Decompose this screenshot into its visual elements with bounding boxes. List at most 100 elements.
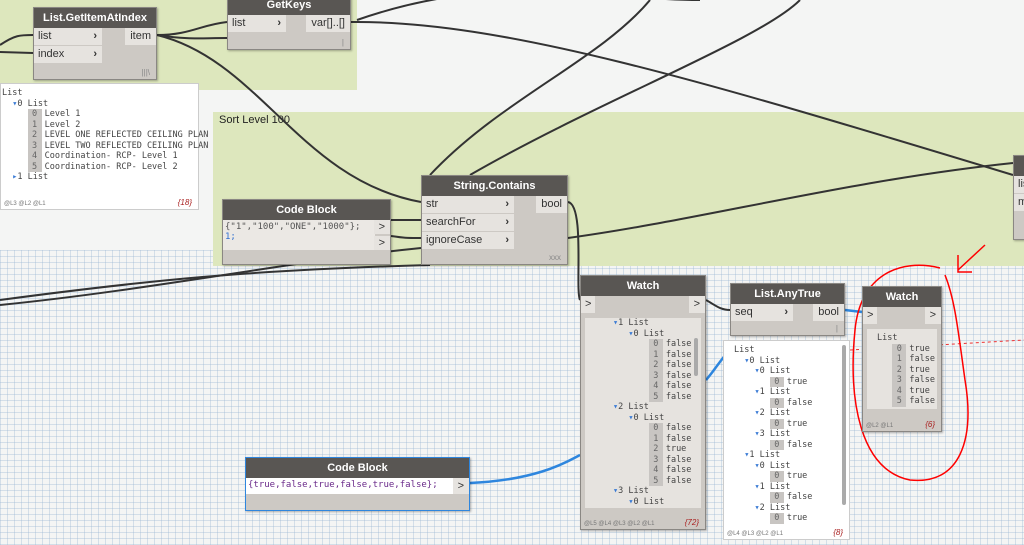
- tree-item: true: [909, 385, 930, 396]
- node-partial-right[interactable]: lis m: [1013, 155, 1024, 240]
- input-port[interactable]: >: [863, 307, 877, 324]
- input-port-list[interactable]: list ›: [228, 15, 286, 32]
- level-indicators[interactable]: @L3 @L2 @L1: [4, 201, 46, 207]
- input-port[interactable]: >: [581, 296, 595, 313]
- node-string-contains[interactable]: String.Contains str › searchFor › ignoreCa…: [421, 175, 568, 265]
- node-watch-right[interactable]: Watch > > List 0 true 1 false 2 true 3 false…: [862, 286, 942, 432]
- output-port[interactable]: var[]..[]: [306, 15, 350, 32]
- tree-sublist[interactable]: 0 List: [749, 356, 780, 366]
- tree-root: List: [877, 333, 898, 343]
- node-title: List.GetItemAtIndex: [34, 8, 156, 28]
- input-port-index[interactable]: index ›: [34, 46, 102, 63]
- tree-item: false: [665, 433, 692, 444]
- input-port-searchfor[interactable]: searchFor ›: [422, 214, 514, 231]
- tree-item: true: [786, 471, 808, 481]
- code-line: 1;: [225, 232, 236, 242]
- node-title: String.Contains: [422, 176, 567, 196]
- tree-sublist[interactable]: 2 List: [760, 503, 791, 513]
- tree-item: false: [786, 492, 813, 502]
- tree-item: false: [665, 475, 692, 486]
- tree-item: Level 2: [44, 119, 81, 130]
- tree-sublist[interactable]: 2 List: [760, 408, 791, 418]
- output-port[interactable]: >: [924, 307, 941, 324]
- tree-item: false: [909, 354, 935, 364]
- node-code-block-2[interactable]: Code Block {true,false,true,false,true,f…: [245, 457, 470, 511]
- output-port-item[interactable]: item: [125, 28, 156, 45]
- level-indicators[interactable]: @L5 @L4 @L3 @L2 @L1: [584, 521, 655, 527]
- input-port[interactable]: m: [1014, 194, 1024, 211]
- input-port-seq[interactable]: seq ›: [731, 304, 793, 321]
- tree-item: false: [786, 397, 813, 408]
- tree-item: LEVEL TWO REFLECTED CEILING PLAN: [44, 140, 209, 151]
- tree-sublist[interactable]: 3 List: [760, 429, 791, 439]
- tree-sublist[interactable]: 1 List: [760, 387, 791, 397]
- port-label: index: [38, 48, 65, 60]
- tree-item: false: [665, 423, 692, 433]
- lacing-indicator[interactable]: xxx: [549, 253, 561, 262]
- code-line: {true,false,true,false,true,false};: [248, 480, 438, 490]
- tree-item: Coordination- RCP- Level 2: [44, 161, 178, 172]
- tree-sublist[interactable]: 1 List: [618, 318, 649, 328]
- watch-content[interactable]: ▾1 List ▾0 List 0 false 1 false 2 false 3 fa…: [585, 318, 701, 508]
- tree-item: false: [786, 439, 813, 450]
- output-port-2[interactable]: >: [373, 236, 390, 250]
- tree-item: false: [665, 370, 692, 381]
- lacing-indicator[interactable]: |: [836, 324, 838, 333]
- tree-sublist[interactable]: 0 List: [760, 366, 791, 376]
- tree-item: Coordination- RCP- Level 1: [44, 151, 178, 161]
- item-count: {72}: [684, 518, 699, 527]
- tree-root: List: [2, 88, 23, 98]
- group-title: Sort Level 100: [219, 114, 290, 126]
- preview-bubble-left[interactable]: List ▾0 List 0 Level 1 1 Level 2 2 LEVEL ON…: [0, 83, 208, 210]
- node-getkeys[interactable]: GetKeys list › var[]..[] |: [227, 0, 351, 50]
- tree-item: false: [665, 465, 692, 475]
- tree-item: Level 1: [44, 109, 81, 119]
- level-indicators[interactable]: @L4 @L3 @L2 @L1: [727, 531, 783, 537]
- output-port-1[interactable]: >: [373, 220, 390, 234]
- scrollbar[interactable]: [694, 338, 698, 376]
- lacing-indicator[interactable]: |: [342, 38, 344, 47]
- input-port-list[interactable]: list ›: [34, 28, 102, 45]
- node-title: Watch: [581, 276, 705, 296]
- node-list-anytrue[interactable]: List.AnyTrue seq › bool |: [730, 283, 845, 336]
- port-label: searchFor: [426, 216, 476, 228]
- node-code-block[interactable]: Code Block {"1","100","ONE","1000"}; 1; …: [222, 199, 391, 265]
- watch-content[interactable]: List 0 true 1 false 2 true 3 false 4 true 5 fa…: [867, 329, 937, 409]
- output-port[interactable]: >: [452, 478, 469, 494]
- item-count: {6}: [925, 420, 935, 429]
- node-title: Code Block: [246, 458, 469, 478]
- tree-item: true: [909, 343, 930, 354]
- tree-sublist[interactable]: 1 List: [17, 172, 48, 182]
- input-port-ignorecase[interactable]: ignoreCase ›: [422, 232, 514, 249]
- tree-sublist[interactable]: 1 List: [749, 450, 780, 460]
- output-port-bool[interactable]: bool: [536, 196, 567, 213]
- tree-sublist[interactable]: 0 List: [760, 461, 791, 471]
- output-port[interactable]: >: [688, 296, 705, 313]
- tree-item: true: [665, 444, 687, 454]
- tree-sublist[interactable]: 2 List: [618, 402, 649, 412]
- input-port-str[interactable]: str ›: [422, 196, 514, 213]
- code-editor[interactable]: {true,false,true,false,true,false};: [246, 478, 454, 494]
- scrollbar[interactable]: [842, 345, 846, 505]
- preview-tree: List ▾0 List 0 Level 1 1 Level 2 2 LEVEL ON…: [2, 88, 209, 182]
- code-editor[interactable]: {"1","100","ONE","1000"}; 1;: [223, 220, 375, 250]
- preview-tree: List ▾0 List ▾0 List 0 true ▾1 List 0 fals…: [734, 345, 813, 524]
- node-title: GetKeys: [228, 0, 350, 15]
- tree-item: false: [909, 396, 935, 406]
- tree-sublist[interactable]: 0 List: [633, 329, 664, 339]
- tree-item: false: [665, 360, 692, 370]
- output-port-bool[interactable]: bool: [813, 304, 844, 321]
- lacing-indicator[interactable]: |||\: [142, 68, 150, 77]
- node-watch-middle[interactable]: Watch > > ▾1 List ▾0 List 0 false 1 false …: [580, 275, 706, 530]
- preview-bubble-anytrue[interactable]: List ▾0 List ▾0 List 0 true ▾1 List 0 fals…: [723, 340, 850, 540]
- tree-sublist[interactable]: 0 List: [17, 99, 48, 109]
- tree-sublist[interactable]: 3 List: [618, 486, 649, 496]
- input-port[interactable]: lis: [1014, 176, 1024, 193]
- tree-item: true: [786, 418, 808, 429]
- port-label: list: [38, 30, 52, 42]
- tree-sublist[interactable]: 1 List: [760, 482, 791, 492]
- tree-sublist[interactable]: 0 List: [633, 497, 664, 507]
- node-list-getitematindex[interactable]: List.GetItemAtIndex list › index › item ||…: [33, 7, 157, 80]
- level-indicators[interactable]: @L2 @L1: [866, 423, 893, 429]
- tree-sublist[interactable]: 0 List: [633, 413, 664, 423]
